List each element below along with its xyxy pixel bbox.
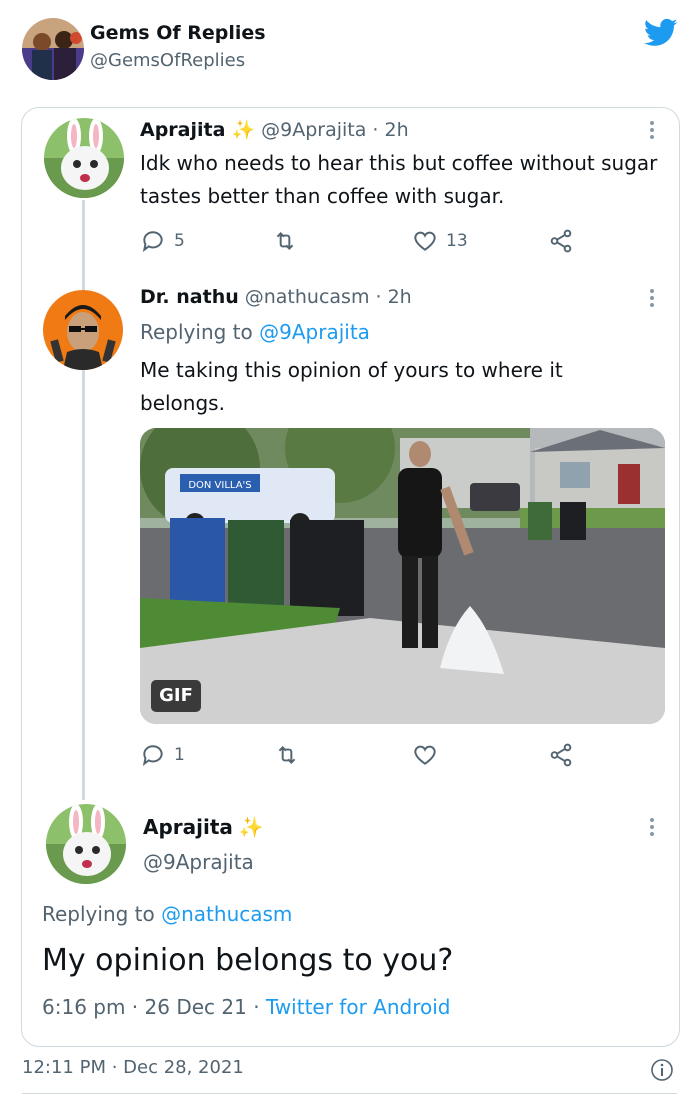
divider bbox=[22, 1093, 677, 1094]
tweet-header: Aprajita ✨ @9Aprajita · 2h bbox=[140, 118, 409, 141]
gif-media[interactable]: DON VILLA'S bbox=[140, 428, 665, 724]
avatar[interactable] bbox=[22, 18, 84, 80]
meta-separator: · bbox=[253, 995, 260, 1019]
share-button[interactable] bbox=[548, 742, 574, 768]
reply-count: 1 bbox=[174, 745, 185, 765]
share-icon bbox=[550, 229, 572, 253]
replying-to-link[interactable]: @9Aprajita bbox=[259, 320, 370, 344]
reply-icon bbox=[142, 231, 163, 252]
sparkle-icon: ✨ bbox=[231, 119, 256, 141]
replying-to: Replying to @nathucasm bbox=[42, 902, 292, 926]
tweet-text: Idk who needs to hear this but coffee wi… bbox=[140, 151, 658, 208]
tweet-text: Me taking this opinion of yours to where… bbox=[140, 358, 563, 415]
info-icon[interactable] bbox=[650, 1058, 674, 1082]
author-name[interactable]: Dr. nathu bbox=[140, 286, 239, 308]
van-text: DON VILLA'S bbox=[188, 480, 251, 491]
author-name[interactable]: Aprajita bbox=[140, 119, 225, 141]
more-options-icon[interactable] bbox=[640, 815, 664, 839]
account-handle[interactable]: @GemsOfReplies bbox=[90, 50, 245, 71]
heart-icon bbox=[414, 231, 436, 251]
tweet-time[interactable]: 6:16 pm · 26 Dec 21 bbox=[42, 995, 247, 1019]
account-name[interactable]: Gems Of Replies bbox=[90, 22, 266, 44]
reply-count: 5 bbox=[174, 231, 185, 251]
author-handle-time[interactable]: @9Aprajita · 2h bbox=[261, 119, 409, 141]
reply-icon bbox=[142, 745, 163, 766]
replying-to: Replying to @9Aprajita bbox=[140, 320, 370, 344]
avatar[interactable] bbox=[43, 290, 123, 370]
gif-frame-image: DON VILLA'S bbox=[140, 428, 665, 724]
retweet-button[interactable] bbox=[274, 742, 300, 768]
replying-prefix: Replying to bbox=[42, 902, 155, 926]
reply-button[interactable]: 5 bbox=[140, 228, 185, 254]
tweet-source[interactable]: Twitter for Android bbox=[266, 995, 451, 1019]
retweet-button[interactable] bbox=[272, 228, 298, 254]
replying-to-link[interactable]: @nathucasm bbox=[161, 902, 292, 926]
author-handle[interactable]: @9Aprajita bbox=[143, 850, 254, 874]
avatar[interactable] bbox=[46, 804, 126, 884]
gif-badge: GIF bbox=[151, 680, 201, 712]
share-button[interactable] bbox=[548, 228, 574, 254]
post-timestamp[interactable]: 12:11 PM · Dec 28, 2021 bbox=[22, 1057, 244, 1078]
replying-prefix: Replying to bbox=[140, 320, 253, 344]
retweet-icon bbox=[276, 232, 294, 250]
tweet-header: Aprajita ✨ bbox=[143, 815, 264, 839]
share-icon bbox=[550, 743, 572, 767]
sparkle-icon: ✨ bbox=[238, 815, 264, 839]
author-handle-time[interactable]: @nathucasm · 2h bbox=[245, 286, 412, 308]
more-options-icon[interactable] bbox=[640, 286, 664, 310]
like-count: 13 bbox=[446, 231, 468, 251]
twitter-bird-icon[interactable] bbox=[643, 18, 678, 48]
like-button[interactable] bbox=[412, 742, 438, 768]
retweet-icon bbox=[278, 746, 296, 764]
tweet-header: Dr. nathu @nathucasm · 2h bbox=[140, 286, 412, 308]
more-options-icon[interactable] bbox=[640, 118, 664, 142]
heart-icon bbox=[414, 745, 436, 765]
tweet-text: My opinion belongs to you? bbox=[42, 943, 454, 978]
tweet-meta: 6:16 pm · 26 Dec 21 · Twitter for Androi… bbox=[42, 995, 451, 1019]
author-name[interactable]: Aprajita bbox=[143, 815, 233, 839]
avatar[interactable] bbox=[44, 118, 124, 198]
like-button[interactable]: 13 bbox=[412, 228, 468, 254]
reply-button[interactable]: 1 bbox=[140, 742, 185, 768]
